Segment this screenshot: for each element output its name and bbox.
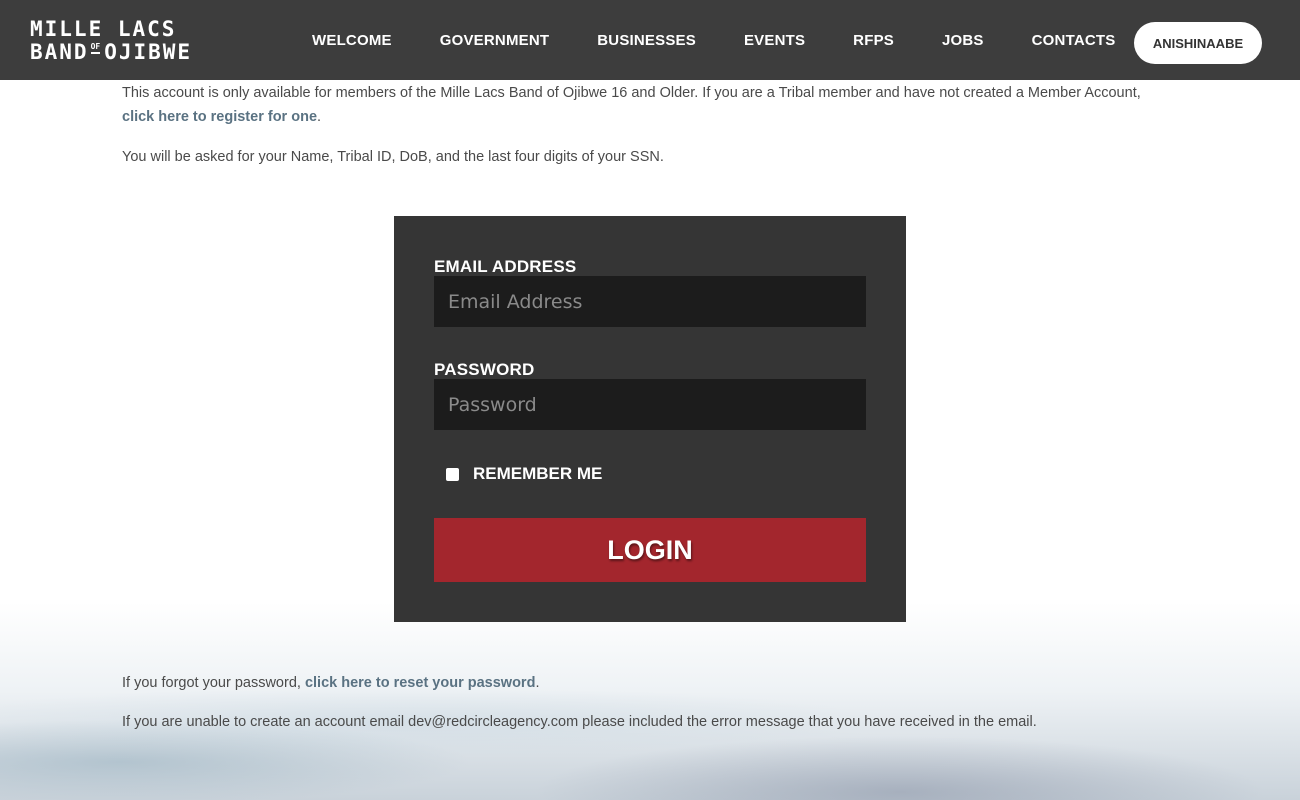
intro-paragraph: This account is only available for membe… <box>122 81 1182 129</box>
forgot-password-text: If you forgot your password, click here … <box>122 671 1182 695</box>
password-field[interactable] <box>434 379 866 430</box>
main-nav: WELCOME GOVERNMENT BUSINESSES EVENTS RFP… <box>288 0 1139 80</box>
logo-ojibwe: OJIBWE <box>104 40 193 64</box>
register-link[interactable]: click here to register for one <box>122 109 317 125</box>
forgot-period: . <box>535 675 540 691</box>
login-button[interactable]: LOGIN <box>434 518 866 582</box>
logo-line2: BAND OF OJIBWE <box>30 41 192 64</box>
password-label: PASSWORD <box>434 360 535 379</box>
nav-events[interactable]: EVENTS <box>744 32 805 49</box>
logo-band: BAND <box>30 40 89 64</box>
login-form: EMAIL ADDRESS PASSWORD REMEMBER ME LOGIN <box>394 216 906 622</box>
email-label: EMAIL ADDRESS <box>434 257 577 276</box>
background-image <box>0 602 1300 800</box>
remember-me-label: REMEMBER ME <box>473 464 603 483</box>
nav-contacts[interactable]: CONTACTS <box>1032 32 1116 49</box>
nav-welcome[interactable]: WELCOME <box>312 32 392 49</box>
nav-rfps[interactable]: RFPS <box>853 32 894 49</box>
nav-businesses[interactable]: BUSINESSES <box>597 32 696 49</box>
reset-password-link[interactable]: click here to reset your password <box>305 675 535 691</box>
anishinaabe-button[interactable]: ANISHINAABE <box>1134 22 1262 64</box>
remember-me[interactable]: REMEMBER ME <box>446 464 602 484</box>
forgot-prefix: If you forgot your password, <box>122 675 301 691</box>
logo-line1: MILLE LACS <box>30 17 177 41</box>
intro-text: This account is only available for membe… <box>122 85 1141 101</box>
remember-me-checkbox[interactable] <box>446 467 459 481</box>
intro-period: . <box>317 109 322 125</box>
requirements-text: You will be asked for your Name, Tribal … <box>122 149 664 165</box>
logo-of: OF <box>90 43 101 54</box>
site-logo[interactable]: MILLE LACS BAND OF OJIBWE <box>30 18 192 64</box>
site-header: MILLE LACS BAND OF OJIBWE WELCOME GOVERN… <box>0 0 1300 80</box>
email-field[interactable] <box>434 276 866 327</box>
nav-jobs[interactable]: JOBS <box>942 32 984 49</box>
support-text: If you are unable to create an account e… <box>122 714 1037 730</box>
nav-government[interactable]: GOVERNMENT <box>440 32 550 49</box>
